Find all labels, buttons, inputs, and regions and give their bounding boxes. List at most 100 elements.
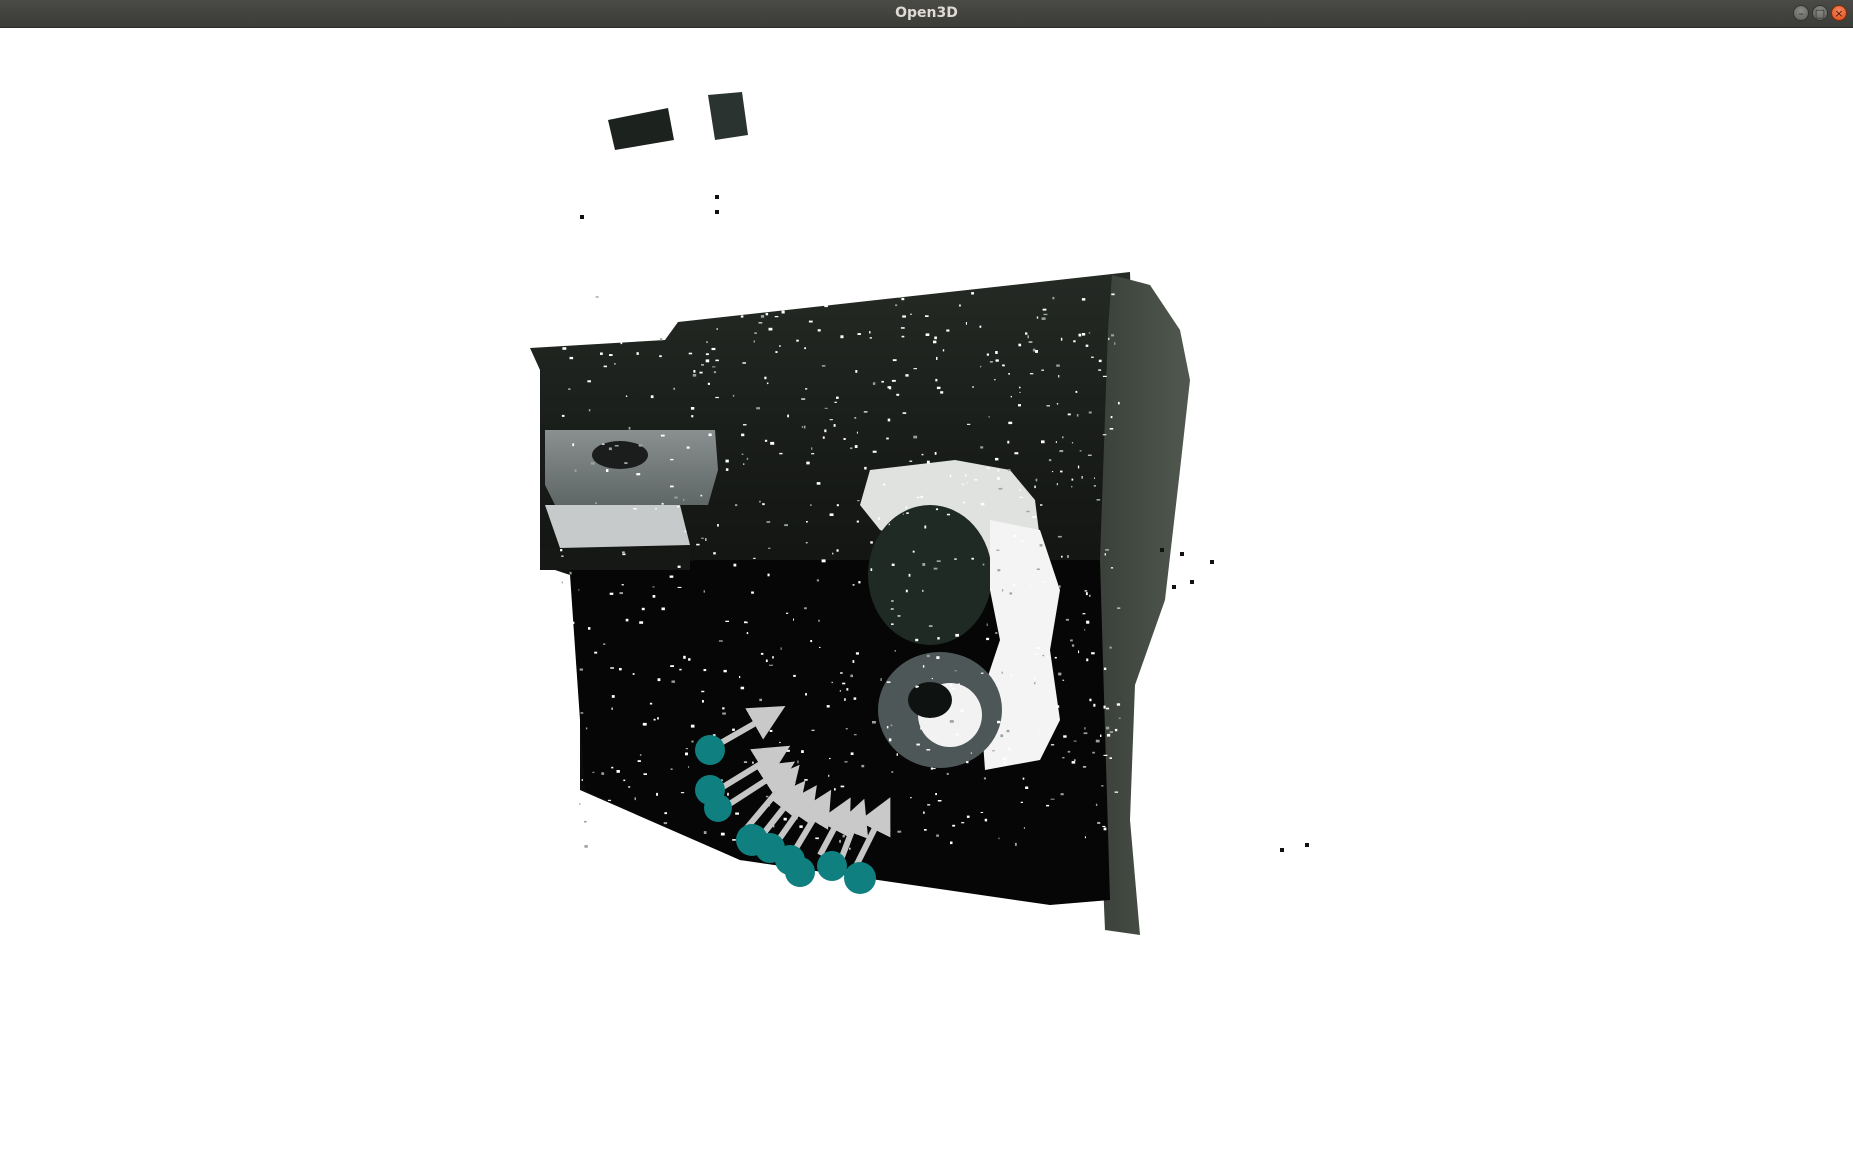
point-speckle (1029, 373, 1034, 375)
point-speckle (779, 741, 781, 744)
point-speckle (758, 322, 763, 324)
point-speckle (856, 431, 858, 434)
point-speckle (962, 483, 964, 486)
point-speckle (1065, 618, 1069, 621)
point-speckle (619, 592, 623, 595)
point-speckle (1059, 450, 1064, 453)
point-speckle (920, 495, 923, 499)
point-speckle (1088, 411, 1092, 414)
point-speckle (1000, 734, 1004, 738)
point-speckle (997, 720, 1001, 724)
point-speckle (1008, 469, 1011, 472)
point-speckle (1019, 391, 1021, 393)
point-speckle (1057, 535, 1062, 538)
point-speckle (1086, 620, 1090, 624)
point-speckle (677, 586, 682, 588)
minimize-icon[interactable]: – (1793, 5, 1809, 21)
point-speckle (766, 382, 769, 385)
point-speckle (571, 621, 575, 624)
point-speckle (989, 361, 993, 363)
point-speckle (946, 772, 949, 775)
point-speckle (821, 559, 826, 563)
point-speckle (786, 612, 789, 614)
point-speckle (1067, 750, 1071, 753)
point-speckle (634, 797, 636, 801)
point-speckle (595, 296, 599, 298)
point-speckle (806, 521, 808, 523)
point-speckle (674, 496, 678, 499)
point-speckle (727, 792, 729, 796)
counter-edge (545, 505, 690, 548)
maximize-icon[interactable]: □ (1812, 5, 1828, 21)
point-speckle (568, 388, 571, 390)
point-speckle (609, 592, 614, 595)
point-speckle (638, 444, 643, 447)
point-speckle (753, 557, 756, 559)
point-speckle (625, 395, 628, 397)
point-speckle (1019, 489, 1021, 492)
point-speckle (1104, 553, 1106, 556)
point-speckle (692, 374, 697, 377)
point-speckle (936, 560, 941, 562)
point-speckle (561, 555, 564, 557)
point-speckle (915, 638, 919, 642)
point-speckle (649, 702, 653, 705)
point-speckle (869, 337, 872, 339)
point-speckle (1109, 428, 1114, 430)
point-speckle (720, 832, 725, 836)
point-speckle (965, 474, 967, 477)
point-speckle (810, 504, 812, 506)
point-speckle (902, 315, 906, 318)
point-speckle (793, 674, 796, 677)
point-speckle (1071, 442, 1074, 444)
point-speckle (954, 670, 957, 672)
point-speckle (680, 792, 685, 794)
point-speckle (1013, 534, 1017, 537)
point-speckle (561, 414, 565, 417)
point-speckle (569, 356, 574, 360)
point-speckle (1028, 341, 1033, 343)
point-speckle (620, 341, 623, 345)
point-speckle (1042, 581, 1046, 583)
close-icon[interactable]: × (1831, 5, 1847, 21)
point-speckle (1042, 654, 1045, 657)
outlier-point (580, 215, 584, 219)
point-speckle (759, 698, 762, 702)
point-speckle (836, 549, 839, 552)
point-speckle (1038, 729, 1041, 732)
outlier-point (1180, 552, 1184, 556)
point-speckle (677, 834, 679, 838)
point-speckle (971, 292, 974, 295)
point-speckle (891, 379, 896, 382)
point-speckle (715, 396, 719, 399)
point-speckle (1047, 655, 1049, 658)
3d-viewport[interactable] (0, 28, 1853, 1173)
point-speckle (608, 447, 612, 451)
keypoint-sphere (695, 735, 725, 765)
point-speckle (995, 359, 999, 362)
point-speckle (1060, 470, 1063, 473)
point-speckle (934, 336, 937, 340)
point-speckle (603, 365, 607, 368)
point-speckle (916, 496, 920, 499)
point-speckle (854, 417, 857, 419)
point-speckle (562, 347, 567, 350)
point-speckle (657, 678, 661, 682)
point-speckle (1091, 356, 1094, 358)
outlier-point (1172, 585, 1176, 589)
point-speckle (819, 822, 824, 825)
point-speckle (843, 438, 846, 440)
point-cloud-scene[interactable] (0, 28, 1853, 1173)
point-speckle (1052, 296, 1055, 300)
point-speckle (910, 797, 912, 799)
point-speckle (821, 365, 826, 367)
point-speckle (592, 771, 595, 773)
point-speckle (952, 824, 956, 827)
point-speckle (1103, 705, 1106, 709)
title-bar[interactable]: Open3D – □ × (0, 0, 1853, 28)
point-speckle (650, 395, 654, 399)
point-speckle (840, 335, 844, 339)
point-speckle (590, 462, 595, 465)
point-speckle (799, 825, 803, 828)
point-speckle (671, 680, 675, 683)
